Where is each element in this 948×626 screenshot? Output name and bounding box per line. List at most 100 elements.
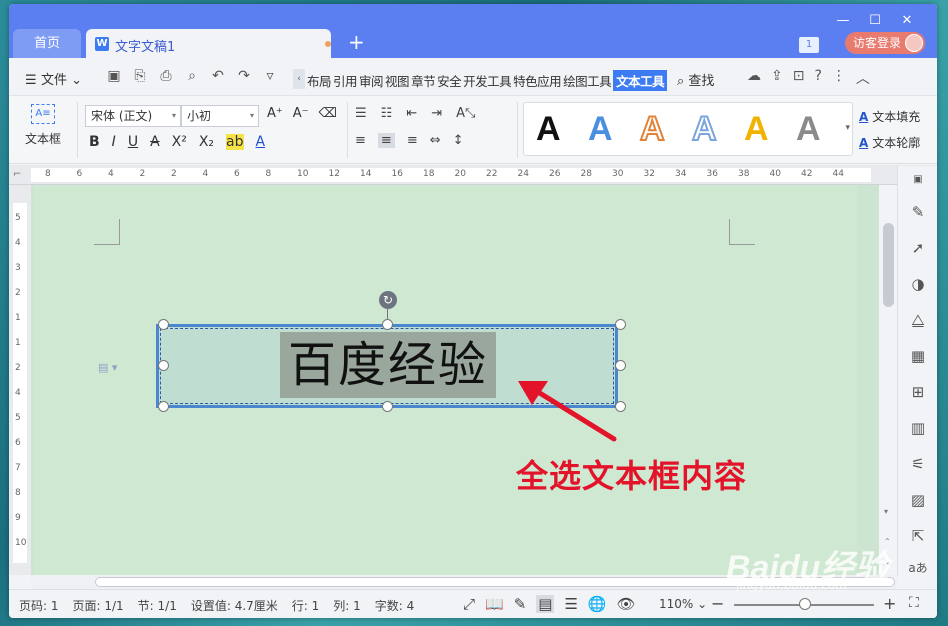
zoom-level[interactable]: 110% ⌄ (659, 597, 707, 611)
visitor-login-button[interactable]: 访客登录 (845, 32, 925, 54)
file-menu[interactable]: ☰ 文件 ⌄ (25, 69, 82, 88)
print-icon[interactable]: ⎙ (157, 68, 175, 84)
text-direction-icon[interactable]: A⤡ (456, 106, 475, 121)
print-preview-icon[interactable]: ⌕ (183, 68, 201, 84)
shrink-font-icon[interactable]: A⁻ (293, 106, 309, 121)
vertical-ruler[interactable]: 5 4 3 2 1 1 2 4 5 6 7 8 9 10 (9, 185, 31, 575)
resize-handle[interactable] (382, 319, 393, 330)
tab-stop-selector-icon[interactable]: ⌐ (13, 169, 21, 180)
zoom-in-button[interactable]: + (883, 594, 896, 613)
document-area[interactable]: ▤ ▾ ↻ 百度经验 全选文本框内容 (31, 185, 879, 575)
textbox-selected-text[interactable]: 百度经验 (280, 332, 497, 398)
status-word-count[interactable]: 字数: 4 (375, 597, 415, 614)
tab-chapter[interactable]: 章节 (411, 71, 436, 91)
text-style-black[interactable]: A (536, 111, 561, 147)
paragraph-options-icon[interactable]: ▤ ▾ (98, 361, 117, 374)
decrease-indent-icon[interactable]: ⇤ (406, 106, 417, 121)
rotate-handle-icon[interactable]: ↻ (379, 291, 397, 309)
vertical-scrollbar[interactable]: ▾ ⌃ ⌄ (879, 185, 897, 575)
scrollbar-thumb[interactable] (883, 223, 894, 307)
apps-grid-icon[interactable]: ⊞ (908, 382, 928, 402)
resize-handle[interactable] (615, 360, 626, 371)
font-size-select[interactable]: 小初 ▾ (181, 105, 259, 127)
status-column[interactable]: 列: 1 (333, 597, 361, 614)
increase-indent-icon[interactable]: ⇥ (431, 106, 442, 121)
web-view-icon[interactable]: 🌐 (588, 595, 607, 613)
customize-icon[interactable]: ▿ (261, 68, 279, 84)
status-page-number[interactable]: 页码: 1 (19, 597, 59, 614)
select-pointer-icon[interactable]: ➚ (908, 238, 928, 258)
text-fill-button[interactable]: A 文本填充 (859, 108, 920, 125)
window-count-badge[interactable]: 1 (799, 37, 819, 53)
zoom-out-button[interactable]: − (711, 594, 724, 613)
underline-icon[interactable]: U (128, 134, 138, 150)
export-icon[interactable]: ⇱ (908, 526, 928, 546)
resize-handle[interactable] (158, 360, 169, 371)
tab-security[interactable]: 安全 (437, 71, 462, 91)
layers-icon[interactable]: ⧋ (908, 310, 928, 330)
line-spacing-icon[interactable]: ↕ (453, 133, 464, 148)
text-outline-button[interactable]: A 文本轮廓 (859, 134, 920, 151)
horizontal-ruler[interactable]: ⌐ 8 6 4 2 2 4 6 8 10 12 14 16 18 20 22 24 26 28 30 32 34 36 38… (9, 165, 937, 185)
grow-font-icon[interactable]: A⁺ (267, 106, 283, 121)
redo-icon[interactable]: ↷ (235, 68, 253, 84)
new-tab-button[interactable]: + (348, 32, 365, 52)
bold-icon[interactable]: B (89, 134, 100, 150)
tab-developer[interactable]: 开发工具 (463, 71, 512, 91)
find-button[interactable]: ⌕ 查找 (677, 70, 714, 89)
font-name-select[interactable]: 宋体 (正文) ▾ (85, 105, 181, 127)
settings-sliders-icon[interactable]: ⚟ (908, 454, 928, 474)
justify-icon[interactable]: ⇔ (430, 133, 441, 148)
status-section[interactable]: 节: 1/1 (138, 597, 177, 614)
align-right-icon[interactable]: ≡ (407, 133, 418, 148)
outline-view-icon[interactable]: ☰ (564, 595, 577, 613)
align-left-icon[interactable]: ≡ (355, 133, 366, 148)
resize-handle[interactable] (382, 401, 393, 412)
pen-icon[interactable]: ✎ (908, 202, 928, 222)
highlight-icon[interactable]: ab (226, 134, 244, 150)
document-page[interactable]: ▤ ▾ ↻ 百度经验 全选文本框内容 (34, 185, 857, 575)
focus-mode-icon[interactable]: ⤢ (463, 595, 475, 613)
sidebar-toggle-icon[interactable]: ▣ (908, 170, 928, 190)
minimize-button[interactable]: — (827, 12, 859, 30)
fullscreen-icon[interactable]: ⛶ (909, 595, 919, 611)
tab-document[interactable]: W 文字文稿1 (86, 29, 331, 58)
textbox-button[interactable]: A≡ 文本框 (21, 104, 65, 147)
save-icon[interactable]: ▣ (105, 68, 123, 84)
table-icon[interactable]: ▦ (908, 346, 928, 366)
read-mode-icon[interactable]: 📖 (485, 595, 504, 613)
bullet-list-icon[interactable]: ☰ (355, 106, 367, 121)
resize-handle[interactable] (158, 319, 169, 330)
share-icon[interactable]: ⇪ (771, 68, 783, 88)
help-icon[interactable]: ? (814, 68, 821, 88)
close-button[interactable]: ✕ (891, 12, 923, 30)
styles-more-icon[interactable]: ▾ (845, 123, 850, 133)
edit-mode-icon[interactable]: ✎ (514, 595, 527, 613)
tab-view[interactable]: 视图 (385, 71, 410, 91)
text-style-gray[interactable]: A (796, 111, 821, 147)
tab-review[interactable]: 审阅 (359, 71, 384, 91)
status-pages[interactable]: 页面: 1/1 (73, 597, 124, 614)
maximize-button[interactable]: ☐ (859, 12, 891, 30)
clear-format-icon[interactable]: ⌫ (319, 106, 337, 121)
superscript-icon[interactable]: X² (172, 134, 187, 150)
scroll-down-icon[interactable]: ▾ (884, 507, 888, 516)
collaborate-icon[interactable]: ⊡ (793, 68, 805, 88)
text-style-gold[interactable]: A (744, 111, 769, 147)
tab-text-tools[interactable]: 文本工具 (613, 70, 668, 91)
eye-protection-icon[interactable]: 👁 (617, 595, 636, 613)
align-center-icon[interactable]: ≡ (377, 133, 395, 148)
more-icon[interactable]: ⋮ (832, 68, 846, 88)
resize-handle[interactable] (158, 401, 169, 412)
tab-special-apps[interactable]: 特色应用 (513, 71, 562, 91)
translate-icon[interactable]: aあ (908, 558, 928, 578)
text-style-blue-outline[interactable]: A (691, 110, 718, 148)
tabs-scroll-left-button[interactable]: ‹ (293, 69, 305, 89)
numbered-list-icon[interactable]: ☷ (381, 106, 393, 121)
status-setting[interactable]: 设置值: 4.7厘米 (191, 597, 278, 614)
format-painter-icon[interactable]: ⎘ (131, 68, 149, 84)
zoom-slider-knob[interactable] (799, 598, 811, 610)
status-row[interactable]: 行: 1 (292, 597, 320, 614)
resize-handle[interactable] (615, 319, 626, 330)
tab-drawing-tools[interactable]: 绘图工具 (563, 71, 612, 91)
